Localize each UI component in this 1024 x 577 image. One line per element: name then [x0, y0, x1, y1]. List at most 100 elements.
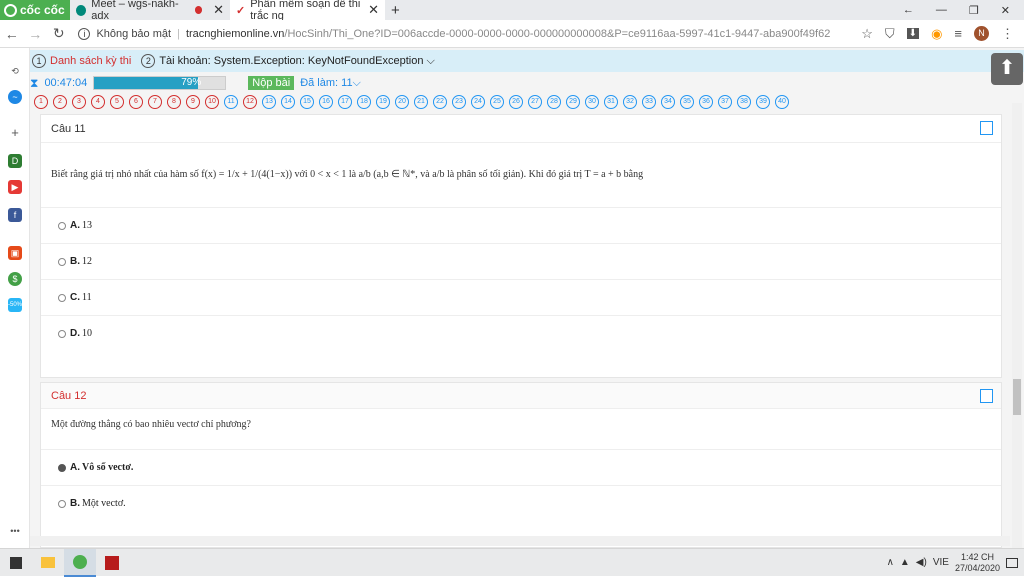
account-dropdown[interactable]: Tài khoản: System.Exception: KeyNotFound…	[159, 55, 435, 68]
more-icon[interactable]: ⋮	[1001, 26, 1014, 42]
start-button[interactable]	[0, 549, 32, 577]
question-nav-item[interactable]: 30	[585, 95, 599, 109]
question-nav-item[interactable]: 28	[547, 95, 561, 109]
question-nav-item[interactable]: 39	[756, 95, 770, 109]
lang-label[interactable]: VIE	[933, 557, 949, 568]
radio-button[interactable]	[58, 463, 66, 472]
question-nav-item[interactable]: 34	[661, 95, 675, 109]
question-nav-item[interactable]: 22	[433, 95, 447, 109]
question-nav-item[interactable]: 8	[167, 95, 181, 109]
question-nav-item[interactable]: 35	[680, 95, 694, 109]
radio-button[interactable]	[58, 499, 66, 508]
radio-button[interactable]	[58, 293, 66, 302]
app-taskbar-button[interactable]	[96, 549, 128, 577]
more-dots-icon[interactable]: •••	[8, 524, 22, 538]
info-icon[interactable]: i	[78, 27, 91, 40]
edit-note-icon[interactable]	[980, 389, 993, 403]
question-nav-item[interactable]: 16	[319, 95, 333, 109]
answered-count[interactable]: Đã làm: 11⌵	[300, 77, 361, 90]
add-icon[interactable]: +	[8, 126, 22, 140]
answer-option[interactable]: B. Một vectơ.	[41, 485, 1001, 521]
question-nav-item[interactable]: 10	[205, 95, 219, 109]
question-nav-item[interactable]: 37	[718, 95, 732, 109]
minimize-icon[interactable]: —	[936, 4, 947, 17]
avatar[interactable]: N	[974, 26, 989, 41]
history-icon[interactable]: ⟲	[8, 64, 22, 78]
file-explorer-button[interactable]	[32, 549, 64, 577]
reload-icon[interactable]: ↻	[47, 25, 70, 42]
question-nav-item[interactable]: 19	[376, 95, 390, 109]
question-nav-item[interactable]: 3	[72, 95, 86, 109]
facebook-icon[interactable]: f	[8, 208, 22, 222]
submit-button[interactable]: Nộp bài	[248, 76, 295, 90]
shield-icon[interactable]: ⛉	[885, 26, 895, 42]
question-nav-item[interactable]: 14	[281, 95, 295, 109]
question-nav-item[interactable]: 11	[224, 95, 238, 109]
question-nav-item[interactable]: 29	[566, 95, 580, 109]
question-nav-item[interactable]: 9	[186, 95, 200, 109]
answer-option[interactable]: A. Vô số vectơ.	[41, 449, 1001, 485]
answer-option[interactable]: A. 13	[41, 207, 1001, 243]
question-nav-item[interactable]: 1	[34, 95, 48, 109]
horizontal-scrollbar[interactable]	[30, 536, 1010, 546]
tab-meet[interactable]: Meet – wgs-nakh-adx ✕	[70, 0, 230, 22]
question-nav-item[interactable]: 5	[110, 95, 124, 109]
question-nav-item[interactable]: 26	[509, 95, 523, 109]
answer-option[interactable]: B. 12	[41, 243, 1001, 279]
chevron-up-icon[interactable]: ∧	[887, 557, 894, 568]
new-tab-icon[interactable]: +	[385, 2, 400, 19]
question-nav-item[interactable]: 21	[414, 95, 428, 109]
question-nav-item[interactable]: 40	[775, 95, 789, 109]
forward-icon[interactable]: →	[23, 26, 46, 42]
savings-icon[interactable]: $	[8, 272, 22, 286]
question-nav-item[interactable]: 20	[395, 95, 409, 109]
question-nav-item[interactable]: 24	[471, 95, 485, 109]
menu-list-icon[interactable]: ≡	[954, 26, 962, 41]
question-nav-item[interactable]: 15	[300, 95, 314, 109]
answer-option[interactable]: D. 10	[41, 315, 1001, 351]
url-field[interactable]: i Không bảo mật | tracnghiemonline.vn/Ho…	[78, 23, 861, 45]
exam-list-link[interactable]: Danh sách kỳ thi	[50, 55, 131, 67]
question-nav-item[interactable]: 6	[129, 95, 143, 109]
back-window-icon[interactable]: ←	[903, 4, 914, 17]
question-nav-item[interactable]: 17	[338, 95, 352, 109]
question-nav-item[interactable]: 18	[357, 95, 371, 109]
radio-button[interactable]	[58, 221, 66, 230]
answer-option[interactable]: C. 11	[41, 279, 1001, 315]
app-d-icon[interactable]: D	[8, 154, 22, 168]
clock[interactable]: 1:42 CH 27/04/2020	[955, 552, 1000, 574]
close-tab-icon[interactable]: ✕	[213, 2, 224, 18]
sale-icon[interactable]: -50%	[8, 298, 22, 312]
question-nav-item[interactable]: 13	[262, 95, 276, 109]
close-tab-icon[interactable]: ✕	[368, 2, 379, 18]
radio-button[interactable]	[58, 257, 66, 266]
extension-icon[interactable]: ◉	[931, 26, 942, 42]
network-icon[interactable]: ▲	[900, 557, 910, 568]
question-nav-item[interactable]: 32	[623, 95, 637, 109]
download-icon[interactable]: ⬇	[906, 28, 920, 39]
maximize-icon[interactable]: ❐	[969, 4, 979, 17]
close-window-icon[interactable]: ✕	[1001, 4, 1010, 17]
vertical-scrollbar[interactable]	[1012, 103, 1022, 548]
notifications-icon[interactable]	[1006, 557, 1018, 568]
messenger-icon[interactable]: ~	[8, 90, 22, 104]
question-nav-item[interactable]: 33	[642, 95, 656, 109]
question-nav-item[interactable]: 25	[490, 95, 504, 109]
question-nav-item[interactable]: 12	[243, 95, 257, 109]
coccoc-brand[interactable]: cốc cốc	[0, 0, 70, 20]
question-nav-item[interactable]: 38	[737, 95, 751, 109]
question-nav-item[interactable]: 23	[452, 95, 466, 109]
question-nav-item[interactable]: 4	[91, 95, 105, 109]
coccoc-taskbar-button[interactable]	[64, 548, 96, 577]
scroll-up-button[interactable]: ⬆	[991, 53, 1023, 85]
question-nav-item[interactable]: 2	[53, 95, 67, 109]
tab-exam[interactable]: ✓ Phần mềm soạn đề thi trắc ng ✕	[230, 0, 385, 22]
youtube-icon[interactable]: ▶	[8, 180, 22, 194]
question-nav-item[interactable]: 27	[528, 95, 542, 109]
scrollbar-thumb[interactable]	[1013, 379, 1021, 415]
back-icon[interactable]: ←	[0, 26, 23, 42]
star-icon[interactable]: ☆	[861, 26, 873, 42]
question-nav-item[interactable]: 31	[604, 95, 618, 109]
radio-button[interactable]	[58, 329, 66, 338]
shopping-icon[interactable]: ▣	[8, 246, 22, 260]
